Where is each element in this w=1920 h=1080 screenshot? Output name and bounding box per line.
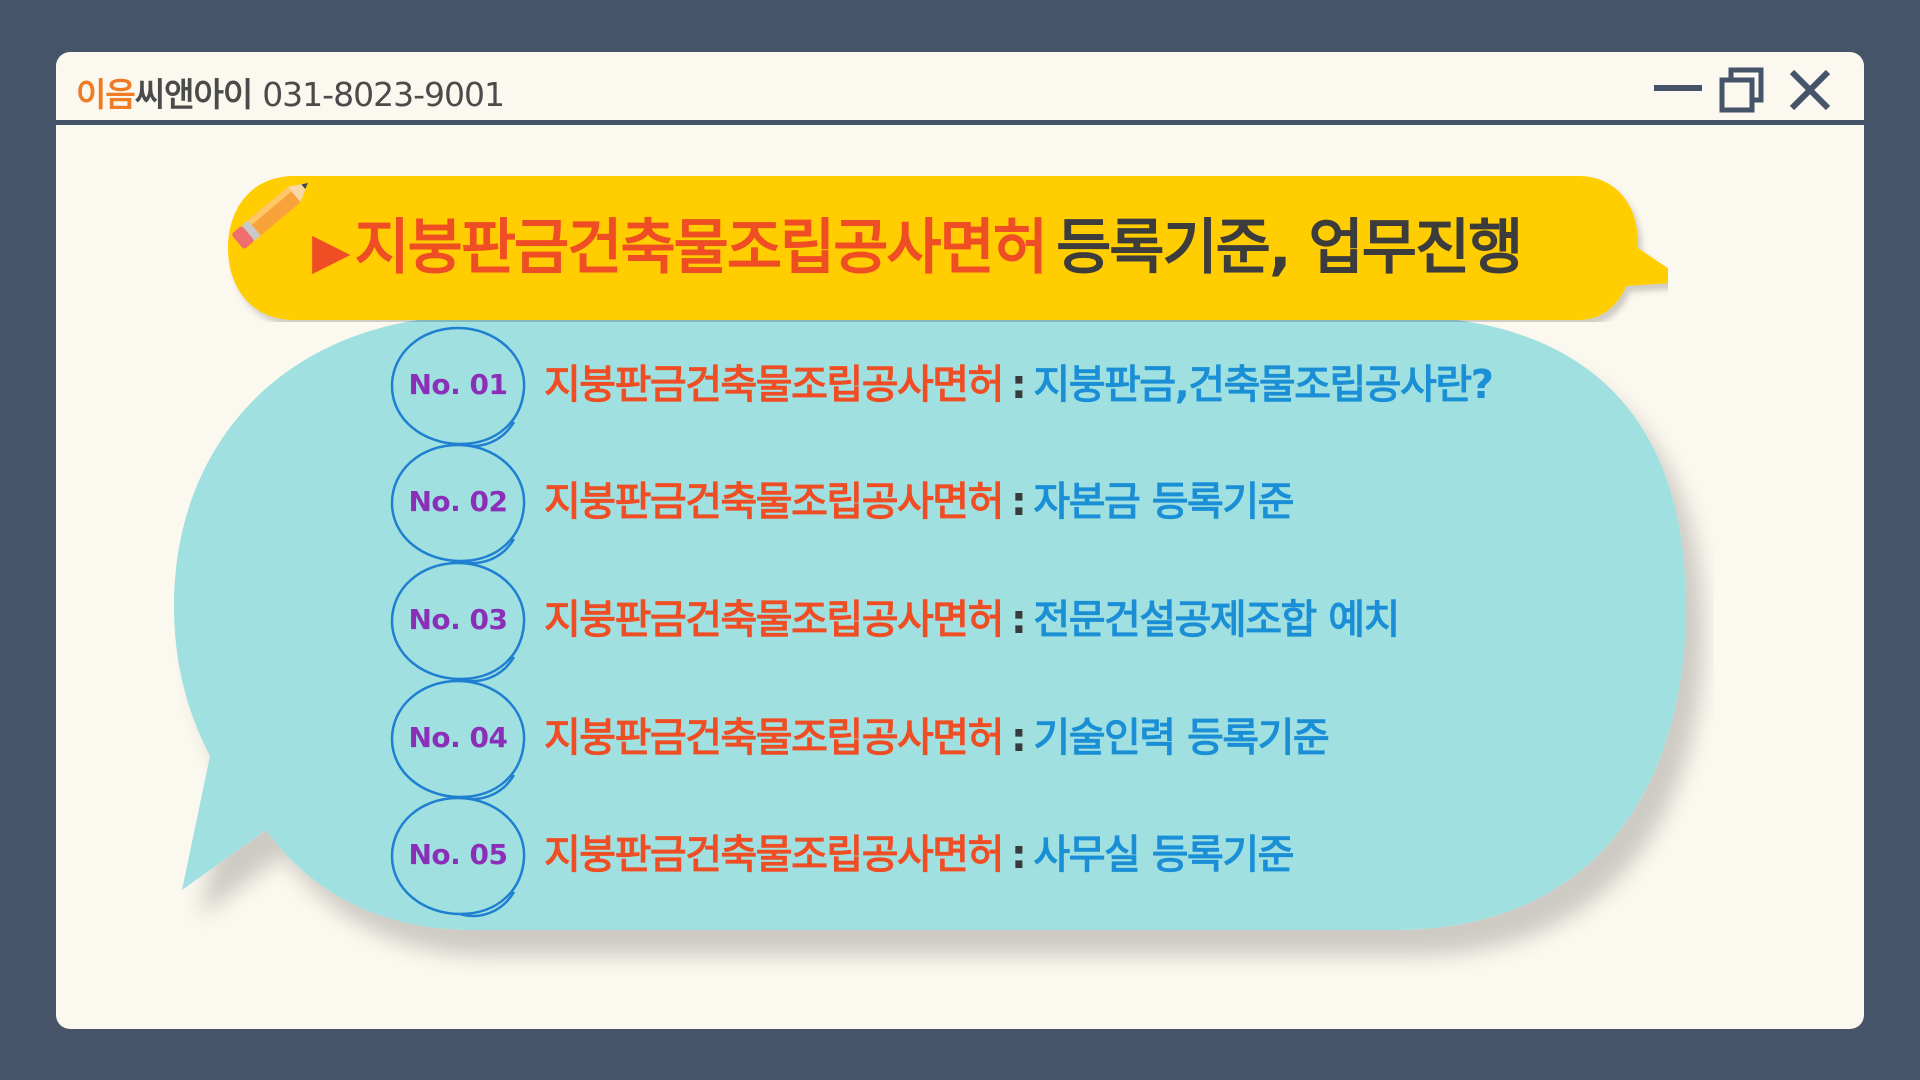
pencil-icon bbox=[232, 182, 308, 249]
item-number: No. 02 bbox=[408, 485, 508, 518]
item-separator: : bbox=[1010, 479, 1027, 525]
maximize-button[interactable] bbox=[1718, 66, 1766, 114]
item-topic: 전문건설공제조합 예치 bbox=[1033, 597, 1400, 643]
item-number: No. 03 bbox=[408, 603, 508, 636]
minimize-icon bbox=[1654, 85, 1702, 91]
item-subject: 지붕판금건축물조립공사면허 bbox=[544, 832, 1004, 878]
item-text: 지붕판금건축물조립공사면허: 사무실 등록기준 bbox=[544, 796, 1294, 914]
title-banner: ▶ 지붕판금건축물조립공사면허 등록기준, 업무진행 bbox=[228, 176, 1668, 322]
close-button[interactable] bbox=[1786, 66, 1834, 114]
list-item[interactable]: No. 01 지붕판금건축물조립공사면허: 지붕판금,건축물조립공사란? bbox=[390, 326, 1540, 448]
item-subject: 지붕판금건축물조립공사면허 bbox=[544, 362, 1004, 408]
item-topic: 사무실 등록기준 bbox=[1033, 832, 1294, 878]
banner-highlight: 지붕판금건축물조립공사면허 bbox=[354, 213, 1048, 283]
phone-number: 031-8023-9001 bbox=[262, 75, 505, 114]
banner-title: ▶ 지붕판금건축물조립공사면허 등록기준, 업무진행 bbox=[312, 198, 1523, 298]
item-number: No. 01 bbox=[408, 368, 508, 401]
item-separator: : bbox=[1010, 362, 1027, 408]
list-item[interactable]: No. 05 지붕판금건축물조립공사면허: 사무실 등록기준 bbox=[390, 796, 1540, 918]
banner-rest: 등록기준, 업무진행 bbox=[1056, 213, 1523, 283]
item-subject: 지붕판금건축물조립공사면허 bbox=[544, 715, 1004, 761]
title-bar: 이음씨앤아이 031-8023-9001 bbox=[56, 52, 1864, 125]
item-topic: 자본금 등록기준 bbox=[1033, 479, 1294, 525]
list-item[interactable]: No. 03 지붕판금건축물조립공사면허: 전문건설공제조합 예치 bbox=[390, 561, 1540, 683]
close-icon bbox=[1789, 69, 1831, 111]
item-separator: : bbox=[1010, 832, 1027, 878]
item-number: No. 05 bbox=[408, 838, 508, 871]
list-item[interactable]: No. 04 지붕판금건축물조립공사면허: 기술인력 등록기준 bbox=[390, 679, 1540, 801]
item-separator: : bbox=[1010, 597, 1027, 643]
item-number: No. 04 bbox=[408, 721, 508, 754]
list-item[interactable]: No. 02 지붕판금건축물조립공사면허: 자본금 등록기준 bbox=[390, 443, 1540, 565]
maximize-icon bbox=[1719, 67, 1764, 113]
item-text: 지붕판금건축물조립공사면허: 자본금 등록기준 bbox=[544, 443, 1294, 561]
item-text: 지붕판금건축물조립공사면허: 기술인력 등록기준 bbox=[544, 679, 1330, 797]
item-topic: 지붕판금,건축물조립공사란? bbox=[1033, 362, 1494, 408]
brand-logo: 이음씨앤아이 031-8023-9001 bbox=[76, 68, 505, 116]
item-separator: : bbox=[1010, 715, 1027, 761]
item-text: 지붕판금건축물조립공사면허: 지붕판금,건축물조립공사란? bbox=[544, 326, 1494, 444]
brand-accent: 이음 bbox=[76, 75, 136, 114]
brand-name: 씨앤아이 bbox=[134, 75, 253, 114]
minimize-button[interactable] bbox=[1654, 66, 1702, 114]
item-subject: 지붕판금건축물조립공사면허 bbox=[544, 597, 1004, 643]
item-subject: 지붕판금건축물조립공사면허 bbox=[544, 479, 1004, 525]
item-text: 지붕판금건축물조립공사면허: 전문건설공제조합 예치 bbox=[544, 561, 1400, 679]
item-topic: 기술인력 등록기준 bbox=[1033, 715, 1329, 761]
